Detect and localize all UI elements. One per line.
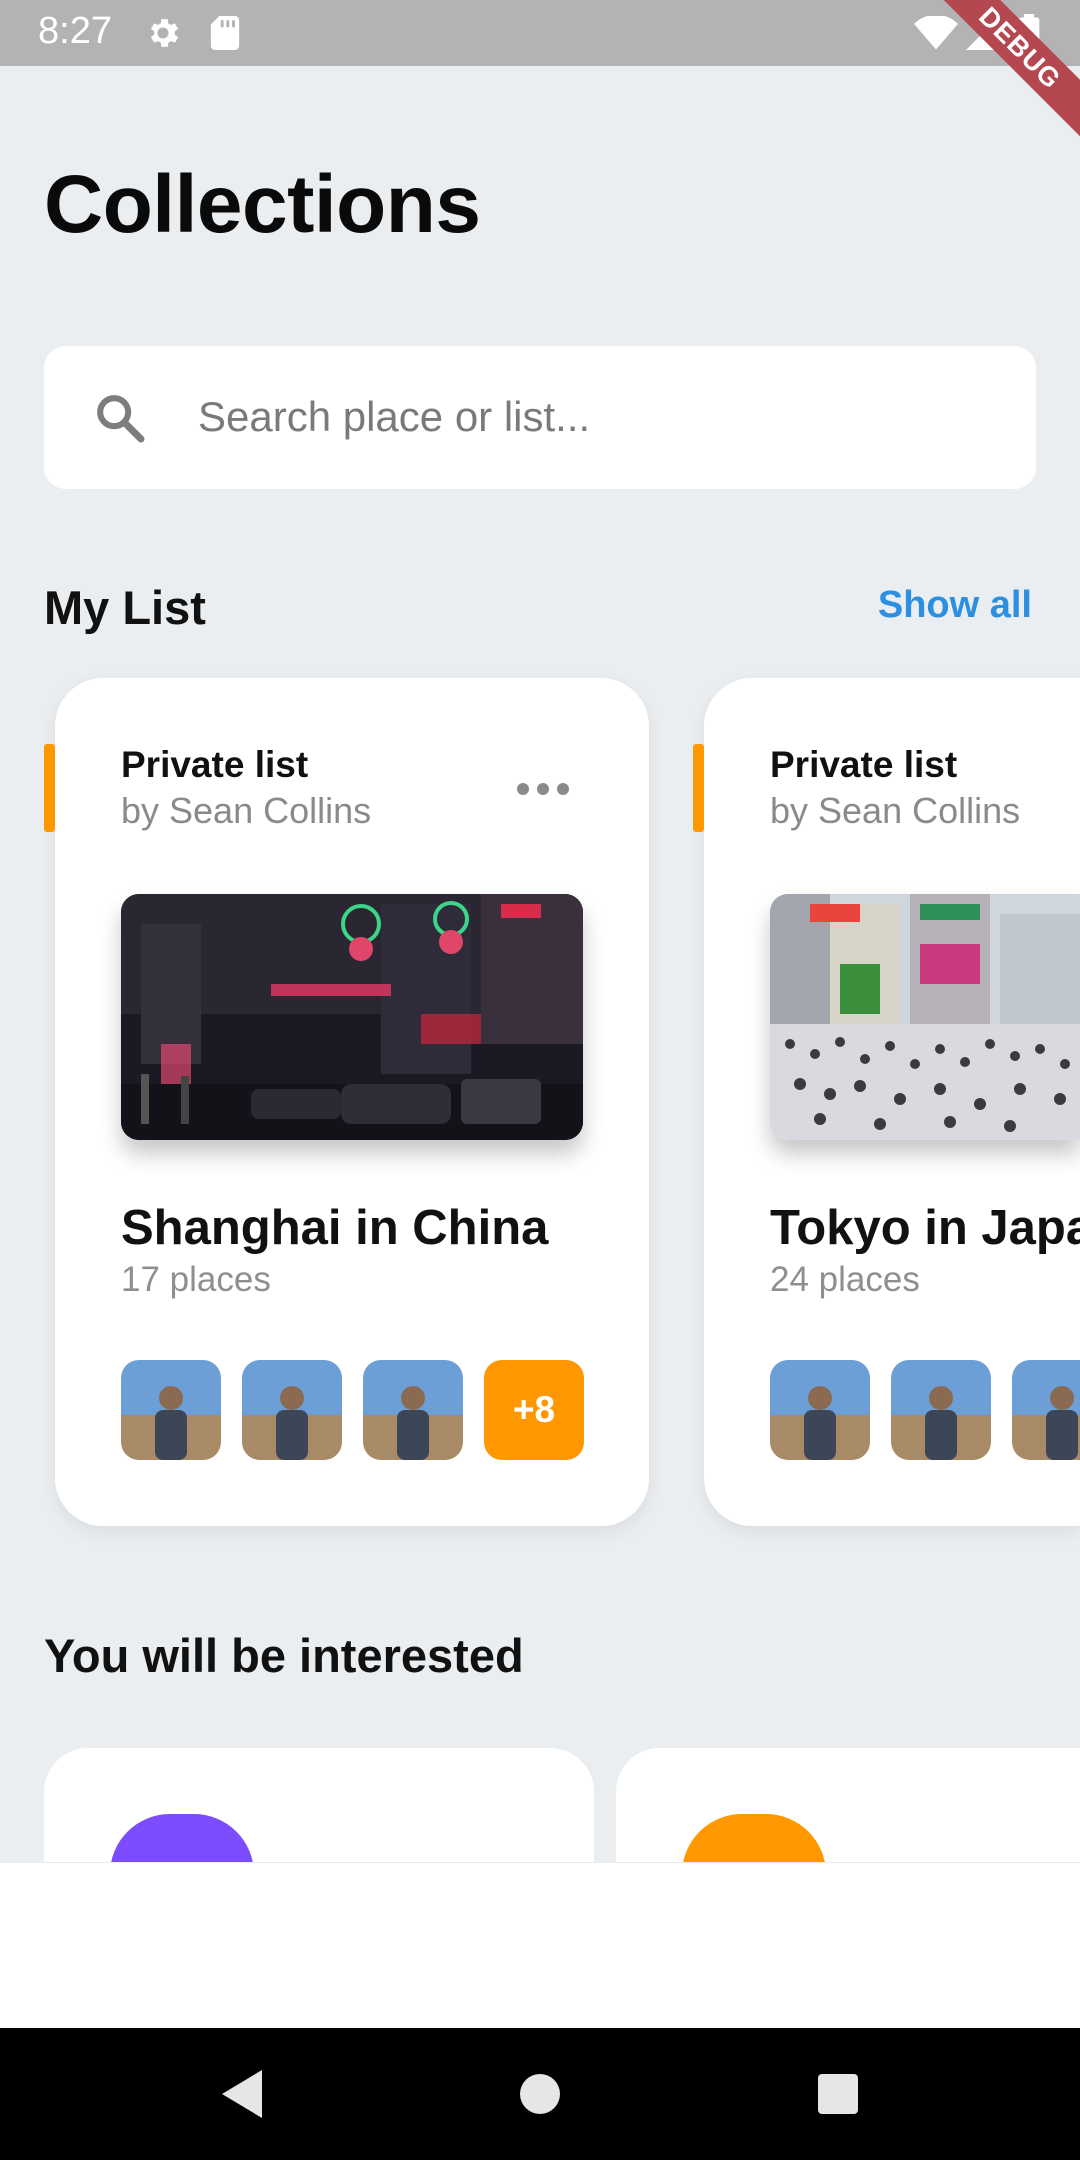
card-place-count: 24 places [770,1260,920,1299]
list-card-tokyo[interactable]: Private list by Sean Collins Tokyo in Ja… [693,678,1080,1526]
card-list-type: Private list [770,744,958,785]
avatar [121,1360,221,1460]
avatar [242,1360,342,1460]
home-icon[interactable] [520,2074,560,2114]
card-accent-bar [693,744,704,832]
card-title: Tokyo in Japan [770,1201,1080,1255]
my-list-title: My List [44,581,206,634]
card-list-type: Private list [121,744,309,785]
more-options-icon[interactable] [513,774,573,804]
search-icon [97,395,145,443]
avatar [363,1360,463,1460]
avatar [891,1360,991,1460]
system-nav-bar [0,2028,1080,2160]
gear-icon [150,19,179,47]
card-accent-bar [44,744,55,832]
wifi-icon [914,16,958,50]
card-title: Shanghai in China [121,1201,549,1255]
card-cover-image [121,894,583,1140]
show-all-link[interactable]: Show all [878,584,1032,627]
list-card-shanghai[interactable]: Private list by Sean Collins Shanghai in… [44,678,649,1526]
search-input[interactable] [196,376,996,458]
status-bar: 8:27 [0,0,1080,66]
sd-card-icon [210,16,240,50]
page-title: Collections [44,159,481,250]
search-bar[interactable] [44,346,1036,489]
card-cover-image [770,894,1080,1140]
card-author: by Sean Collins [770,790,1021,831]
avatar [770,1360,870,1460]
recents-icon[interactable] [818,2074,858,2114]
status-time: 8:27 [38,10,112,52]
interested-title: You will be interested [44,1629,524,1682]
back-icon[interactable] [218,2068,264,2120]
more-members-badge[interactable]: +8 [484,1360,584,1460]
card-place-count: 17 places [121,1260,271,1299]
card-author: by Sean Collins [121,790,372,831]
avatar [1012,1360,1080,1460]
bottom-panel [0,1862,1080,2028]
